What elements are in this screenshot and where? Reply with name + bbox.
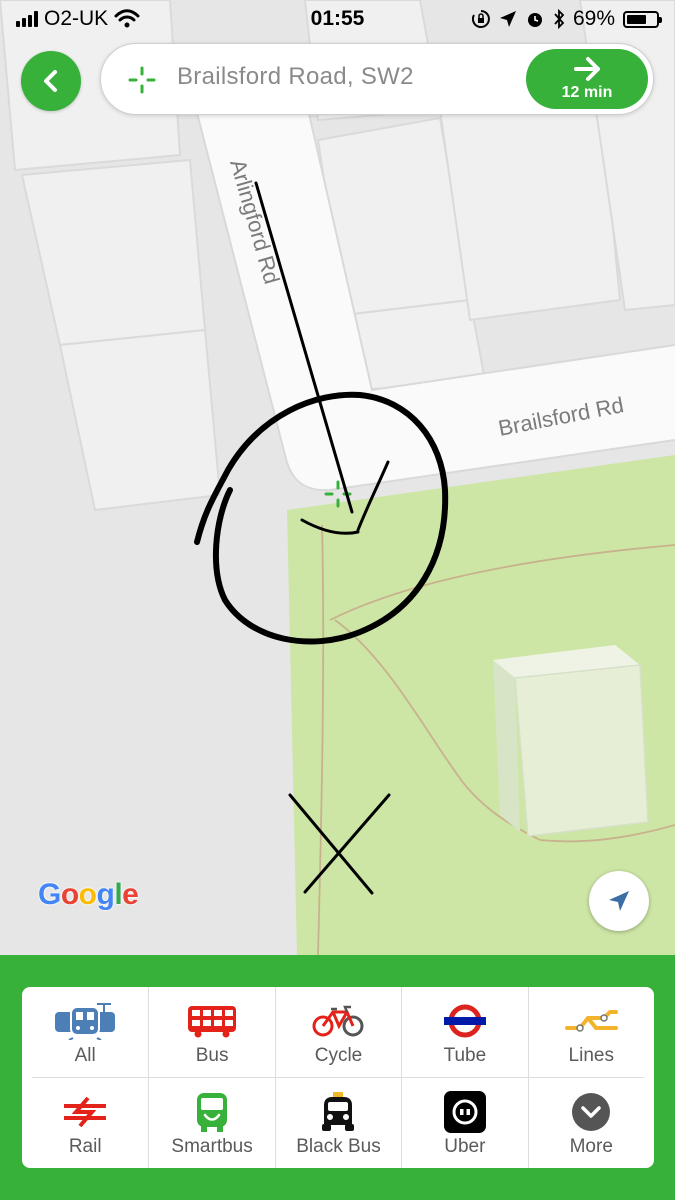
mode-label: Black Bus <box>296 1136 381 1157</box>
more-chevron-icon <box>572 1093 611 1131</box>
bicycle-icon <box>312 1005 364 1037</box>
transport-mode-grid: All Bus Cycle Tube Lines Rail Smartbus B… <box>22 987 654 1168</box>
mode-tube[interactable]: Tube <box>401 987 527 1077</box>
mode-label: All <box>74 1045 96 1066</box>
transport-all-icon <box>55 1003 116 1040</box>
black-cab-icon <box>322 1092 355 1131</box>
bluetooth-icon <box>554 9 565 29</box>
bus-icon <box>188 1006 237 1038</box>
mode-black-bus[interactable]: Black Bus <box>274 1078 401 1168</box>
battery-percent: 69% <box>572 7 615 30</box>
back-button[interactable] <box>21 51 81 111</box>
arrow-right-icon <box>574 57 600 81</box>
destination-search-bar[interactable]: Brailsford Road, SW2 12 min <box>100 43 654 115</box>
chevron-left-icon <box>44 70 57 92</box>
mode-bus[interactable]: Bus <box>148 987 274 1077</box>
location-arrow-icon <box>499 11 516 27</box>
mode-smartbus[interactable]: Smartbus <box>148 1078 274 1168</box>
national-rail-icon <box>64 1096 107 1128</box>
mode-more[interactable]: More <box>527 1078 654 1168</box>
orientation-lock-icon <box>471 10 490 28</box>
mode-uber[interactable]: Uber <box>401 1078 527 1168</box>
smartbus-icon <box>197 1093 228 1132</box>
mode-label: Lines <box>568 1045 614 1066</box>
park-building <box>493 645 649 837</box>
mode-label: Bus <box>195 1045 229 1066</box>
battery-icon <box>623 10 662 28</box>
mode-rail[interactable]: Rail <box>22 1078 148 1168</box>
mode-label: Uber <box>444 1136 486 1157</box>
mode-cycle[interactable]: Cycle <box>274 987 401 1077</box>
map-view[interactable]: Arlingford Rd Brailsford Rd <box>0 0 675 955</box>
crosshair-icon <box>128 66 156 94</box>
mode-label: More <box>569 1136 613 1157</box>
my-location-button[interactable] <box>589 871 649 931</box>
google-logo: Google <box>38 878 139 911</box>
navigation-arrow-icon <box>609 891 629 911</box>
route-time-button[interactable]: 12 min <box>526 49 648 109</box>
destination-address: Brailsford Road, SW2 <box>177 63 414 90</box>
lines-icon <box>565 1010 619 1032</box>
mode-label: Rail <box>68 1136 102 1157</box>
mode-lines[interactable]: Lines <box>527 987 654 1077</box>
alarm-icon <box>527 13 542 27</box>
mode-all[interactable]: All <box>22 987 148 1077</box>
transport-mode-panel: All Bus Cycle Tube Lines Rail Smartbus B… <box>0 955 675 1200</box>
status-bar: O2-UK 01:55 69% <box>0 0 675 38</box>
mode-label: Smartbus <box>171 1136 253 1157</box>
tube-roundel-icon <box>443 1004 486 1038</box>
mode-label: Cycle <box>314 1045 363 1066</box>
mode-label: Tube <box>443 1045 487 1066</box>
route-minutes: 12 min <box>561 84 613 101</box>
uber-icon <box>443 1091 486 1133</box>
